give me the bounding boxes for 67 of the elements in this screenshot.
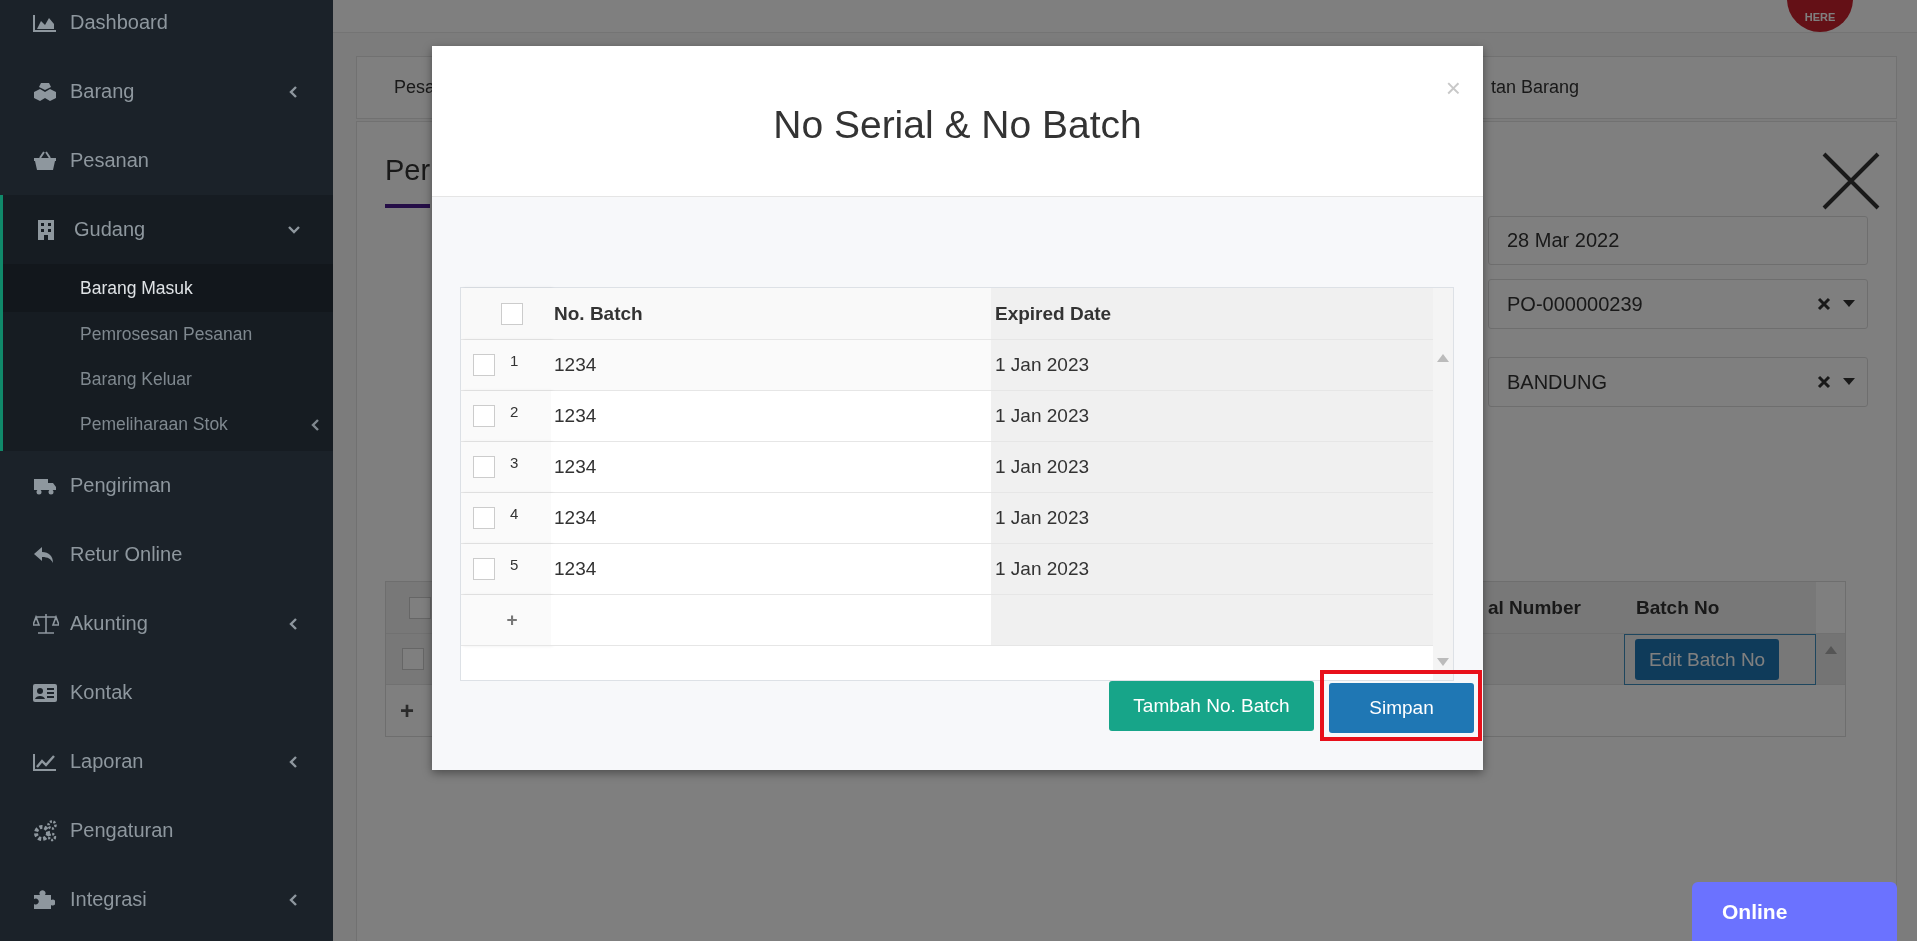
- row-number: 5: [510, 556, 519, 573]
- basket-icon: [33, 150, 57, 171]
- checkbox[interactable]: [473, 456, 495, 478]
- table-cell: 1 Jan 2023: [991, 544, 1433, 595]
- tab[interactable]: tan Barang: [1491, 77, 1580, 98]
- close-icon[interactable]: [1822, 152, 1880, 210]
- sidebar-item[interactable]: Pengaturan: [0, 796, 333, 865]
- row-number: 1: [510, 352, 519, 369]
- sidebar-item[interactable]: Barang: [0, 57, 333, 126]
- sidebar-item[interactable]: Pesanan: [0, 126, 333, 195]
- dialog-title: No Serial & No Batch: [773, 102, 1142, 147]
- sidebar-item[interactable]: Kontak: [0, 658, 333, 727]
- sidebar-item[interactable]: Retur Online: [0, 520, 333, 589]
- row-number: 2: [510, 403, 519, 420]
- table-cell: 1 Jan 2023: [991, 442, 1433, 493]
- table-cell: 1234: [551, 340, 991, 391]
- edit-batch-button[interactable]: Edit Batch No: [1635, 639, 1780, 680]
- scroll-up-icon[interactable]: [1824, 646, 1837, 654]
- line-chart-icon: [33, 752, 57, 771]
- reply-icon: [33, 545, 55, 564]
- add-batch-button[interactable]: Tambah No. Batch: [1109, 680, 1314, 731]
- sidebar-item[interactable]: Integrasi: [0, 865, 333, 934]
- select-field[interactable]: BANDUNG: [1488, 357, 1868, 407]
- add-row-button[interactable]: +: [400, 685, 414, 736]
- submenu-item[interactable]: Pemeliharaan Stok: [3, 402, 333, 447]
- checkbox[interactable]: [473, 354, 495, 376]
- online-status-button[interactable]: Online: [1692, 882, 1897, 941]
- table-cell: 1 Jan 2023: [991, 493, 1433, 544]
- checkbox[interactable]: [402, 648, 424, 670]
- submenu-item[interactable]: Pemrosesan Pesanan: [3, 312, 333, 357]
- sidebar-item[interactable]: Gudang: [3, 195, 333, 264]
- checkbox[interactable]: [409, 596, 431, 619]
- checkbox[interactable]: [473, 405, 495, 427]
- sidebar-item[interactable]: Pengiriman: [0, 451, 333, 520]
- sidebar-item[interactable]: Dashboard: [0, 0, 333, 57]
- building-icon: [37, 218, 55, 241]
- column-header: Expired Date: [991, 288, 1433, 340]
- scroll-down-icon[interactable]: [1437, 658, 1449, 666]
- clear-icon[interactable]: [1817, 297, 1831, 311]
- checkbox[interactable]: [473, 507, 495, 529]
- scroll-up-icon[interactable]: [1437, 354, 1449, 362]
- caret-icon[interactable]: [1843, 300, 1855, 308]
- logo-badge: HERE: [1787, 0, 1853, 32]
- submenu-item[interactable]: Barang Masuk: [3, 264, 333, 312]
- date-field[interactable]: 28 Mar 2022: [1488, 216, 1868, 265]
- truck-icon: [33, 476, 57, 495]
- checkbox[interactable]: [501, 302, 523, 325]
- checkbox[interactable]: [473, 558, 495, 580]
- sidebar-item[interactable]: Akunting: [0, 589, 333, 658]
- contact-card-icon: [33, 683, 57, 702]
- cubes-icon: [33, 81, 57, 102]
- caret-icon[interactable]: [1843, 378, 1855, 386]
- save-button[interactable]: Simpan: [1329, 683, 1474, 733]
- clear-icon[interactable]: [1817, 375, 1831, 389]
- table-cell: 1 Jan 2023: [991, 340, 1433, 391]
- column-header: Batch No: [1624, 582, 1816, 634]
- column-header: No. Batch: [551, 288, 991, 340]
- table-cell: 1 Jan 2023: [991, 391, 1433, 442]
- add-row-button[interactable]: +: [506, 609, 518, 631]
- sidebar-item[interactable]: Laporan: [0, 727, 333, 796]
- row-number: 3: [510, 454, 519, 471]
- scale-icon: [33, 612, 59, 635]
- submenu-item[interactable]: Barang Keluar: [3, 357, 333, 402]
- puzzle-icon: [33, 889, 55, 910]
- area-chart-icon: [33, 13, 57, 32]
- select-field[interactable]: PO-000000239: [1488, 279, 1868, 329]
- row-number: 4: [510, 505, 519, 522]
